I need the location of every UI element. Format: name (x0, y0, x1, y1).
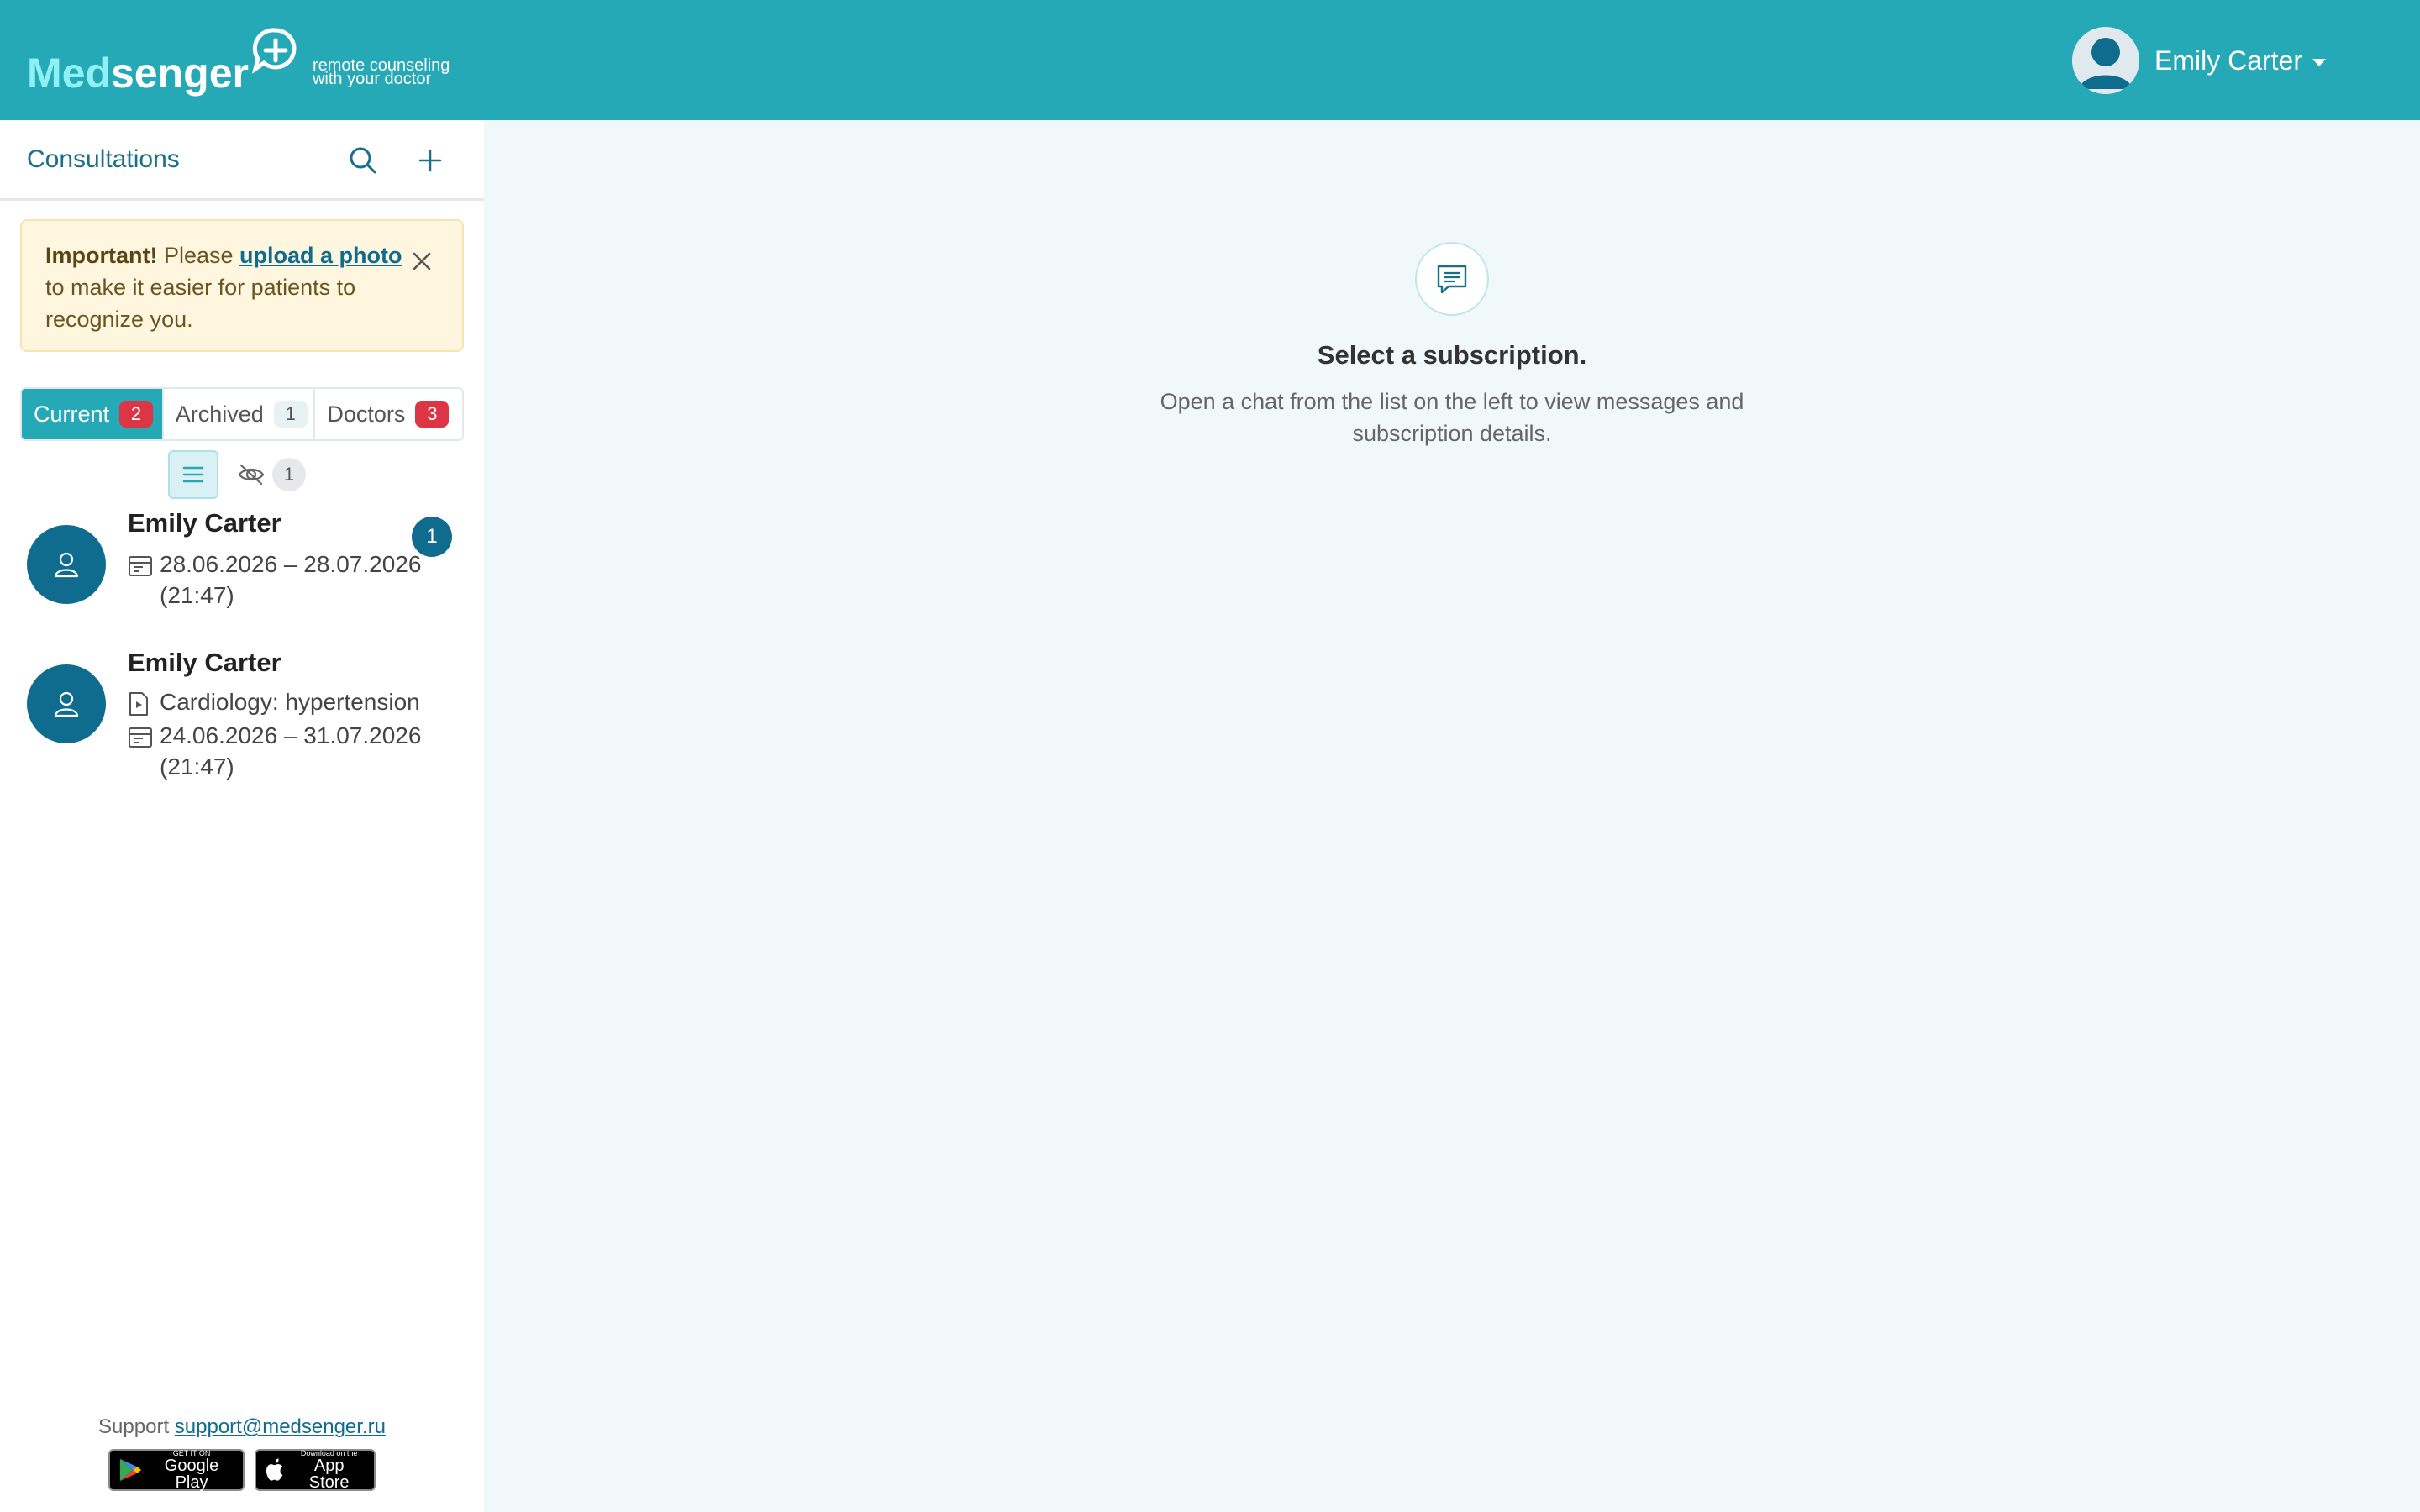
support-email-link[interactable]: support@medsenger.ru (175, 1415, 386, 1438)
upload-photo-link[interactable]: upload a photo (239, 243, 402, 268)
avatar (27, 664, 106, 743)
calendar-icon (129, 727, 152, 748)
search-button[interactable] (343, 140, 383, 181)
main-panel: Select a subscription. Open a chat from … (484, 120, 2420, 1512)
consultation-tabs: Current 2 Archived 1 Doctors 3 (20, 387, 464, 441)
top-header: Medsenger remote counseling with your do… (0, 0, 2420, 120)
calendar-icon (129, 556, 152, 576)
list-filters: 1 (168, 450, 306, 499)
chat-list-item[interactable]: Emily Carter 1 28.06.2026 – 28.07.2026 (… (0, 508, 484, 633)
notice-text-pre: Please (157, 243, 240, 268)
search-icon (350, 147, 376, 174)
document-play-icon (129, 692, 148, 716)
sidebar: Consultations Important! Please upload a… (0, 120, 484, 1512)
sidebar-header: Consultations (0, 120, 484, 201)
user-name: Emily Carter (2154, 45, 2302, 76)
user-menu[interactable]: Emily Carter (2071, 27, 2326, 94)
hidden-count-badge: 1 (272, 458, 306, 491)
sidebar-title: Consultations (27, 144, 180, 173)
sidebar-footer: Support support@medsenger.ru GET IT ON G… (0, 1415, 484, 1491)
app-store-badges: GET IT ON Google Play Download on the Ap… (0, 1449, 484, 1491)
close-icon[interactable] (410, 249, 434, 273)
notice-text-post: to make it easier for patients to recogn… (45, 275, 356, 332)
user-avatar-icon (2071, 27, 2139, 94)
notice-bold: Important! (45, 243, 158, 268)
support-line: Support support@medsenger.ru (98, 1415, 386, 1438)
tab-label: Current (34, 401, 110, 427)
hidden-chats-toggle[interactable]: 1 (237, 458, 306, 491)
apple-icon (266, 1458, 283, 1481)
chat-list-item[interactable]: Emily Carter Cardiology: hypertension 24… (0, 648, 484, 806)
medsenger-logo[interactable]: Medsenger remote counseling with your do… (27, 27, 450, 94)
eye-off-icon (238, 464, 265, 486)
app-store-button[interactable]: Download on the App Store (255, 1449, 376, 1491)
tab-archived[interactable]: Archived 1 (164, 389, 316, 439)
google-play-button[interactable]: GET IT ON Google Play (108, 1449, 245, 1491)
list-view-toggle[interactable] (168, 450, 218, 499)
logo-wordmark: Medsenger (27, 50, 249, 97)
chat-name: Emily Carter (128, 648, 281, 677)
logo-tagline: remote counseling with your doctor (312, 56, 450, 88)
subscription-dates: 24.06.2026 – 31.07.2026 (21:47) (128, 720, 421, 782)
logo-plus-bubble-icon (251, 28, 297, 74)
tab-label: Doctors (327, 401, 406, 427)
upload-photo-notice: Important! Please upload a photo to make… (20, 219, 464, 352)
plus-icon (418, 149, 442, 172)
subscription-dates: 28.06.2026 – 28.07.2026 (21:47) (128, 549, 421, 611)
person-icon (54, 552, 79, 578)
chevron-down-icon (2312, 58, 2326, 66)
add-consultation-button[interactable] (410, 140, 450, 181)
empty-state-text: Open a chat from the list on the left to… (1160, 389, 1744, 446)
avatar (27, 525, 106, 604)
tab-label: Archived (175, 401, 264, 427)
subscription-program: Cardiology: hypertension (128, 686, 420, 724)
tab-count-badge: 2 (119, 401, 154, 428)
person-icon (54, 691, 79, 717)
tab-count-badge: 1 (273, 401, 308, 428)
tab-current[interactable]: Current 2 (22, 389, 164, 439)
tab-count-badge: 3 (415, 401, 450, 428)
google-play-icon (119, 1458, 142, 1482)
tab-doctors[interactable]: Doctors 3 (315, 389, 462, 439)
chat-icon (1415, 242, 1489, 316)
list-icon (182, 466, 204, 483)
empty-state-title: Select a subscription. (1317, 340, 1587, 370)
chat-name: Emily Carter (128, 508, 281, 538)
